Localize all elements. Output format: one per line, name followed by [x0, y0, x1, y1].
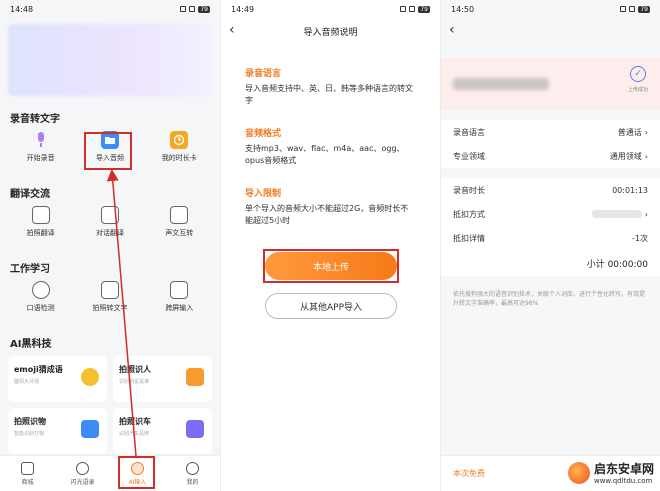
ai-card-emoji-idiom[interactable]: emoji猜成语 脑洞大评测	[8, 356, 107, 402]
section-title: 工作学习	[10, 264, 50, 275]
wifi-icon	[409, 6, 416, 12]
service-note: 依托搜狗强大的语音识别技术，关联个人词库，进行个性化转写。有效提升转文字准确率，…	[453, 291, 646, 307]
row-record-language[interactable]: 录音语言 普通话 ›	[441, 120, 660, 144]
status-icons: 79	[180, 5, 210, 13]
nav-bar: ‹ 导入音频说明	[221, 18, 440, 44]
cross-screen-input-button[interactable]: 跨屏输入	[148, 281, 210, 321]
profile-icon	[186, 461, 199, 475]
ai-card-photo-person[interactable]: 拍照识人 识别明星是谁	[113, 356, 212, 402]
back-arrow-icon[interactable]: ‹	[229, 22, 235, 38]
row-deduct-method[interactable]: 抵扣方式 ›	[441, 202, 660, 226]
signal-icon	[180, 6, 187, 12]
start-recording-button[interactable]: 开始录音	[10, 131, 72, 171]
watermark-logo-icon	[567, 461, 590, 484]
section-translation: 翻译交流 拍照翻译 对话翻译 声文互转	[0, 185, 220, 246]
section-title: 录音转文字	[10, 114, 60, 125]
section-work-study: 工作学习 口语检测 拍照转文字 跨屏输入	[0, 260, 220, 321]
wifi-icon	[629, 6, 636, 12]
cube-icon	[81, 420, 99, 438]
status-bar: 14:48 79	[0, 0, 220, 18]
free-label: 本次免费	[453, 469, 485, 478]
person-icon	[186, 368, 204, 386]
photo-to-text-button[interactable]: 拍照转文字	[79, 281, 141, 321]
chevron-right-icon: ›	[644, 127, 648, 137]
section-title: 翻译交流	[10, 189, 50, 200]
row-domain[interactable]: 专业领域 通用领域 ›	[441, 144, 660, 168]
subtotal: 小计 00:00:00	[441, 250, 660, 276]
row-deduct-detail: 抵扣详情 -1次	[441, 226, 660, 250]
chat-icon	[100, 206, 119, 224]
screen-icon	[170, 281, 189, 299]
car-icon	[186, 420, 204, 438]
import-from-app-button[interactable]: 从其他APP导入	[265, 293, 397, 319]
status-time: 14:49	[231, 4, 255, 14]
section-title: AI黑科技	[10, 339, 52, 350]
chevron-right-icon: ›	[644, 209, 648, 219]
promo-banner[interactable]	[8, 24, 212, 96]
battery-icon: 79	[198, 5, 210, 13]
status-icons: 79	[620, 5, 650, 13]
oral-test-button[interactable]: 口语检测	[10, 281, 72, 321]
info-block-language: 录音语言 导入音频支持中、英、日、韩等多种语言的转文字	[245, 69, 413, 105]
dialog-translate-button[interactable]: 对话翻译	[79, 206, 141, 246]
upload-success: ✓ 上传成功	[628, 66, 648, 93]
phone-upload-result: 14:50 79 ‹ ✓ 上传成功 录音语言 普通话› 专业领域 通用领域›	[440, 0, 660, 491]
battery-icon: 79	[418, 5, 430, 13]
my-time-card-button[interactable]: 我的时长卡	[148, 131, 210, 171]
shop-bag-icon	[21, 461, 34, 475]
nav-bar: ‹	[441, 18, 660, 44]
local-upload-button[interactable]: 本地上传	[265, 252, 397, 280]
photo-translate-button[interactable]: 拍照翻译	[10, 206, 72, 246]
status-icons: 79	[400, 5, 430, 13]
ai-card-photo-object[interactable]: 拍照识物 智能识别万物	[8, 408, 107, 454]
info-block-format: 音频格式 支持mp3、wav、flac、m4a、aac、ogg、opus音频格式	[245, 129, 405, 165]
section-ai-tech: AI黑科技 emoji猜成语 脑洞大评测 拍照识人 识别明星是谁 拍照识物 智能…	[0, 335, 220, 454]
feather-icon	[76, 461, 89, 475]
folder-icon	[100, 131, 119, 149]
signal-icon	[620, 6, 627, 12]
file-name-blurred	[453, 78, 549, 90]
tab-mine[interactable]: 我的	[173, 461, 213, 486]
ai-card-photo-car[interactable]: 拍照识车 识别汽车品牌	[113, 408, 212, 454]
status-time: 14:50	[451, 4, 475, 14]
info-block-limit: 导入限制 单个导入的音频大小不能超过2G，音频时长不能超过5小时	[245, 189, 409, 225]
status-bar: 14:49 79	[221, 0, 440, 18]
tab-mall[interactable]: 商城	[8, 461, 48, 486]
row-duration: 录音时长 00:01:13	[441, 178, 660, 202]
phone-home: 14:48 79 录音转文字 开始录音 导入音频 我的时长卡 翻译交流 拍照翻译…	[0, 0, 220, 491]
tab-ai-input[interactable]: AI输入	[118, 461, 158, 486]
signal-icon	[400, 6, 407, 12]
tab-quotes[interactable]: 闪光语录	[63, 461, 103, 486]
bottom-tab-bar: 商城 闪光语录 AI输入 我的	[0, 455, 220, 491]
page-title: 导入音频说明	[303, 27, 358, 38]
clock-icon	[170, 131, 189, 149]
switch-icon	[170, 206, 189, 224]
chevron-right-icon: ›	[644, 151, 648, 161]
phone-import-guide: 14:49 79 ‹ 导入音频说明 录音语言 导入音频支持中、英、日、韩等多种语…	[220, 0, 440, 491]
speech-icon	[31, 281, 50, 299]
camera-icon	[31, 206, 50, 224]
voice-text-switch-button[interactable]: 声文互转	[148, 206, 210, 246]
battery-icon: 79	[638, 5, 650, 13]
status-time: 14:48	[10, 4, 34, 14]
ai-icon	[131, 461, 144, 475]
text-scan-icon	[100, 281, 119, 299]
emoji-icon	[81, 368, 99, 386]
file-header: ✓ 上传成功	[441, 58, 660, 110]
back-arrow-icon[interactable]: ‹	[449, 22, 455, 38]
screenshot-root: 14:48 79 录音转文字 开始录音 导入音频 我的时长卡 翻译交流 拍照翻译…	[0, 0, 660, 491]
microphone-icon	[32, 131, 50, 149]
deduct-method-blurred	[591, 210, 642, 218]
wifi-icon	[189, 6, 196, 12]
status-bar: 14:50 79	[441, 0, 660, 18]
check-circle-icon: ✓	[629, 66, 646, 82]
import-audio-button[interactable]: 导入音频	[79, 131, 141, 171]
section-record-to-text: 录音转文字 开始录音 导入音频 我的时长卡	[0, 110, 220, 171]
watermark: 启东安卓网 www.qdltdu.com	[567, 460, 654, 485]
